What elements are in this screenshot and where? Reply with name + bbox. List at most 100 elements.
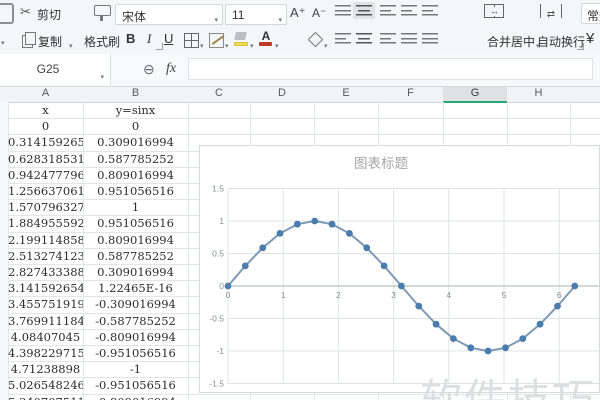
table-cell[interactable]: 5.026548246: [8, 377, 83, 393]
svg-text:-0.5: -0.5: [209, 314, 224, 324]
table-cell[interactable]: -0.309016994: [83, 296, 188, 312]
table-cell[interactable]: 2.199114858: [8, 232, 83, 248]
align-top-icon[interactable]: [335, 5, 351, 16]
fill-color-bar-icon: [234, 42, 248, 46]
cut-icon: [20, 4, 31, 20]
table-cell[interactable]: 0.809016994: [83, 167, 188, 183]
table-cell[interactable]: 0.587785252: [83, 151, 188, 167]
insert-function-button[interactable]: fx: [166, 61, 176, 77]
table-cell[interactable]: 0.314159265: [8, 134, 83, 150]
table-cell[interactable]: 0.628318531: [8, 151, 83, 167]
svg-text:0: 0: [226, 290, 231, 300]
justify-icon[interactable]: [401, 33, 417, 44]
increase-font-button[interactable]: A⁺: [290, 5, 306, 21]
table-cell[interactable]: 0.587785252: [83, 248, 188, 264]
eraser-icon[interactable]: [307, 31, 324, 48]
table-cell[interactable]: 1.570796327: [8, 199, 83, 215]
table-cell[interactable]: -0.587785252: [83, 313, 188, 329]
column-header-H[interactable]: H: [507, 87, 570, 99]
table-cell[interactable]: 0: [8, 118, 83, 134]
svg-text:-1: -1: [216, 346, 224, 356]
number-format-select[interactable]: 常规: [581, 3, 600, 24]
distributed-icon[interactable]: [422, 33, 438, 44]
table-cell[interactable]: 3.769911184: [8, 313, 83, 329]
currency-button[interactable]: ¥: [586, 30, 594, 47]
merge-center-icon[interactable]: [484, 4, 504, 18]
table-cell[interactable]: 0: [83, 118, 188, 134]
table-cell[interactable]: 0.951056516: [83, 183, 188, 199]
align-center-icon[interactable]: [356, 33, 372, 44]
table-cell[interactable]: 0.309016994: [83, 134, 188, 150]
sheet-grid[interactable]: ABCDEFGH x y=sinx 0 0 0.314159265 0.309016994…: [0, 86, 600, 400]
borders-icon[interactable]: [184, 33, 199, 48]
table-cell[interactable]: x: [8, 102, 83, 118]
paste-dropdown-caret-icon[interactable]: [1, 34, 5, 48]
cell-name-box[interactable]: G25: [0, 54, 111, 85]
wrap-text-icon[interactable]: [540, 4, 562, 18]
table-cell[interactable]: -0.809016994: [83, 394, 188, 400]
eraser-caret-icon[interactable]: [324, 37, 328, 51]
table-cell[interactable]: -1: [83, 361, 188, 377]
svg-text:1.5: 1.5: [212, 184, 224, 194]
table-cell[interactable]: -0.951056516: [83, 377, 188, 393]
underline-button[interactable]: U: [164, 31, 173, 46]
column-header-E[interactable]: E: [314, 87, 378, 99]
draw-border-caret-icon[interactable]: [225, 37, 229, 51]
font-color-icon[interactable]: A: [259, 30, 273, 46]
table-cell[interactable]: 4.398229715: [8, 345, 83, 361]
italic-button[interactable]: I: [147, 31, 151, 47]
align-right-icon[interactable]: [380, 33, 396, 44]
bold-button[interactable]: B: [126, 31, 135, 46]
formula-input[interactable]: [188, 58, 593, 80]
table-cell[interactable]: 4.71238898: [8, 361, 83, 377]
decrease-indent-icon[interactable]: [401, 5, 417, 16]
format-painter-button[interactable]: 格式刷: [84, 33, 120, 50]
table-cell[interactable]: 2.513274123: [8, 248, 83, 264]
align-bottom-icon[interactable]: [380, 5, 396, 16]
column-header-G[interactable]: G: [443, 87, 507, 103]
cut-button[interactable]: 剪切: [37, 6, 61, 23]
table-cell[interactable]: 0.951056516: [83, 215, 188, 231]
column-header-D[interactable]: D: [250, 87, 314, 99]
column-header-A[interactable]: A: [8, 87, 83, 99]
table-cell[interactable]: 1.884955592: [8, 215, 83, 231]
merge-center-button[interactable]: 合并居中: [487, 33, 535, 50]
table-cell[interactable]: -0.809016994: [83, 329, 188, 345]
table-cell[interactable]: 1: [83, 199, 188, 215]
increase-indent-icon[interactable]: [422, 5, 438, 16]
decrease-font-button[interactable]: A⁻: [312, 6, 326, 20]
table-cell[interactable]: 2.827433388: [8, 264, 83, 280]
copy-button[interactable]: 复制: [38, 33, 62, 50]
alignment-group-launcher-icon[interactable]: [577, 43, 584, 50]
column-header-B[interactable]: B: [83, 87, 188, 99]
chart-canvas: 1.5 1 0.5 0 -0.5 -1 -1.5 0 1 2 3 4 5 6 图表标题: [209, 156, 599, 389]
draw-border-icon[interactable]: [209, 33, 224, 48]
paste-icon[interactable]: [0, 3, 14, 24]
column-header-F[interactable]: F: [378, 87, 443, 99]
table-cell[interactable]: 0.942477796: [8, 167, 83, 183]
clipboard-group-launcher-icon[interactable]: [156, 43, 163, 50]
font-name-value: 宋体: [122, 10, 147, 24]
table-cell[interactable]: 3.141592654: [8, 280, 83, 296]
table-cell[interactable]: 1.256637061: [8, 183, 83, 199]
table-cell[interactable]: -0.951056516: [83, 345, 188, 361]
table-cell[interactable]: y=sinx: [83, 102, 188, 118]
copy-dropdown-caret-icon[interactable]: [69, 37, 73, 51]
table-cell[interactable]: 5.340707511: [8, 394, 83, 400]
font-color-caret-icon[interactable]: [275, 37, 279, 51]
table-cell[interactable]: 4.08407045: [8, 329, 83, 345]
table-cell[interactable]: 1.22465E-16: [83, 280, 188, 296]
column-header-C[interactable]: C: [188, 87, 250, 99]
table-cell[interactable]: 3.455751919: [8, 296, 83, 312]
table-cell[interactable]: 0.809016994: [83, 232, 188, 248]
align-middle-icon[interactable]: [356, 5, 372, 16]
borders-caret-icon[interactable]: [200, 37, 204, 51]
font-size-select[interactable]: 11: [225, 4, 287, 25]
table-cell[interactable]: 0.309016994: [83, 264, 188, 280]
fill-color-icon[interactable]: [234, 32, 248, 46]
font-name-select[interactable]: 宋体: [115, 4, 223, 25]
align-left-icon[interactable]: [335, 33, 351, 44]
sine-chart[interactable]: 1.5 1 0.5 0 -0.5 -1 -1.5 0 1 2 3 4 5 6 图表标题: [199, 145, 600, 393]
fill-color-caret-icon[interactable]: [250, 37, 254, 51]
search-icon[interactable]: [143, 61, 155, 78]
